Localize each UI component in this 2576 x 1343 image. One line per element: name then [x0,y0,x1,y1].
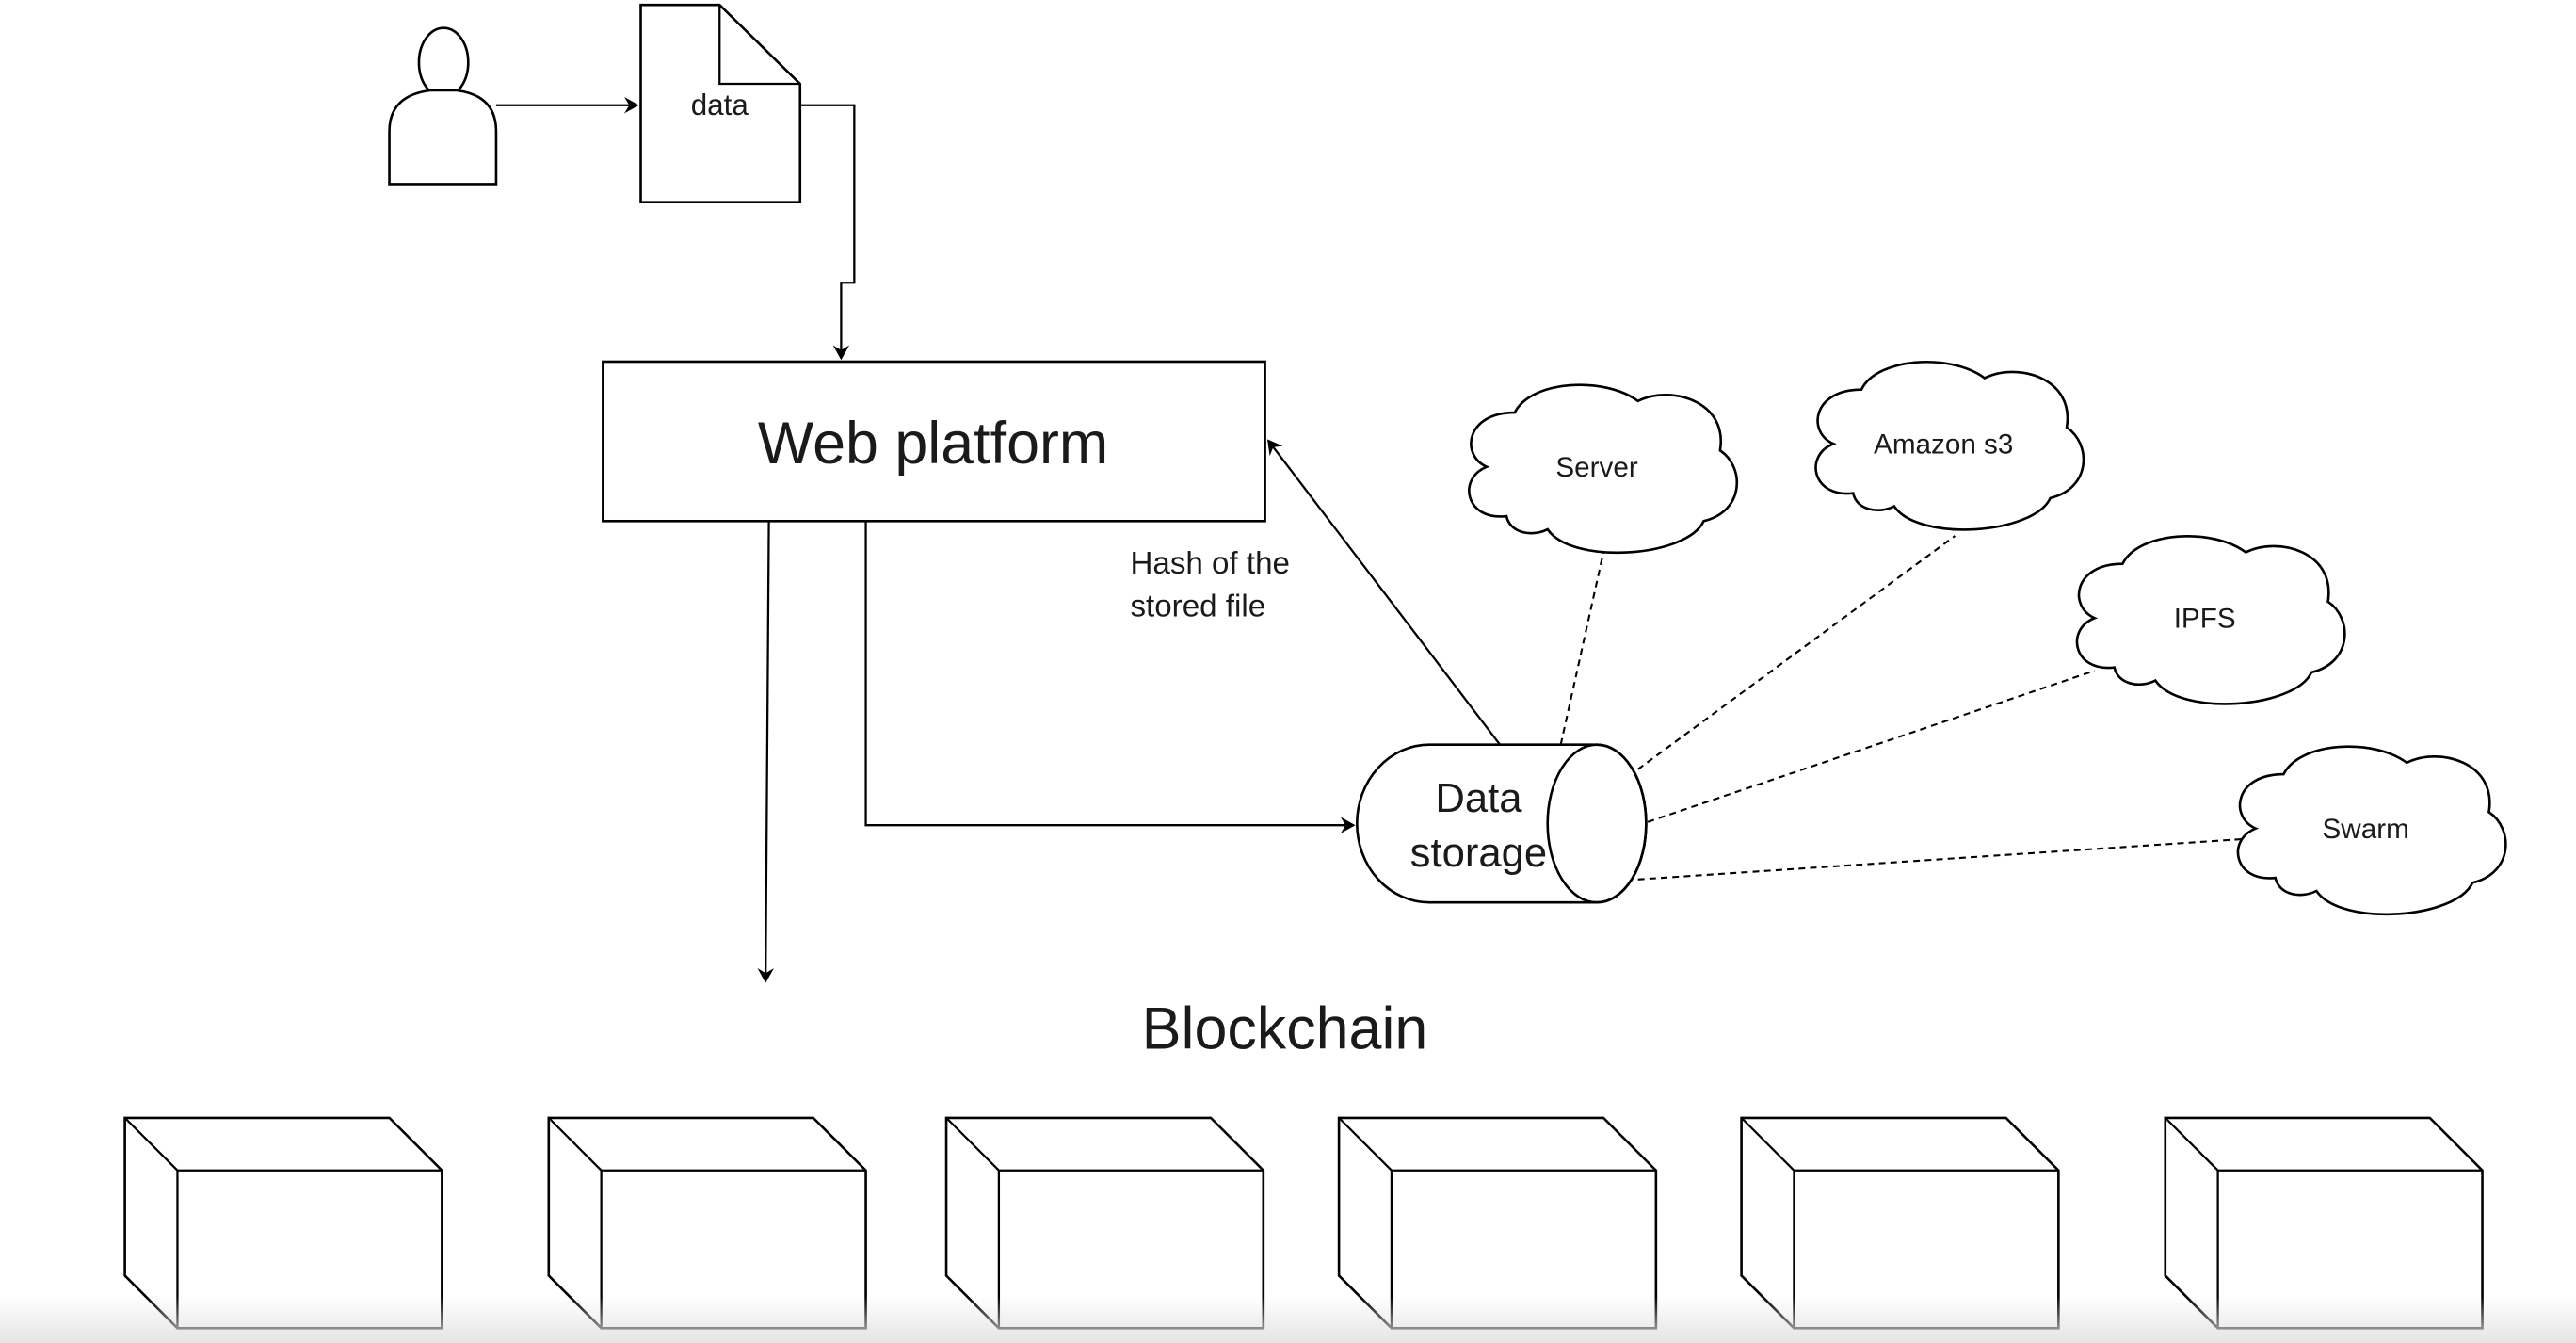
hash-label-line2: stored file [1130,590,1265,624]
hash-label-line1: Hash of the [1130,546,1289,581]
data-storage-label-line2: storage [1410,831,1547,876]
blockchain-title: Blockchain [1142,996,1428,1062]
cloud-swarm[interactable]: Swarm [2236,745,2507,916]
web-platform-label: Web platform [758,411,1108,477]
cloud-label: Swarm [2323,814,2409,845]
edge-data-to-web-platform [799,104,856,361]
edge-web-platform-to-blockchain [757,521,774,983]
data-document-label: data [691,89,749,121]
cloud-ipfs[interactable]: IPFS [2075,535,2346,705]
web-platform-box[interactable]: Web platform [602,360,1266,523]
cloud-amazon-s3[interactable]: Amazon s3 [1814,361,2085,531]
data-document[interactable]: data [639,3,802,203]
cloud-label: Amazon s3 [1874,429,2013,461]
cylinder-storage-icon [1356,743,1648,904]
cloud-label: IPFS [2174,604,2236,635]
user-icon[interactable] [388,26,498,186]
cloud-server[interactable]: Server [1468,383,1739,555]
link-storage-ipfs [1647,670,2096,823]
data-storage-label-line1: Data [1435,776,1522,821]
data-storage[interactable]: Data storage [1356,743,1648,904]
architecture-diagram: data Web platform Hash of the stored fil… [123,3,2507,1330]
link-storage-swarm [1637,837,2255,881]
edge-storage-to-web-platform [1267,439,1501,746]
link-storage-amazon-s3 [1637,535,1956,770]
cloud-label: Server [1555,452,1637,483]
bottom-shadow [0,1296,2576,1343]
link-storage-server [1559,522,1612,745]
